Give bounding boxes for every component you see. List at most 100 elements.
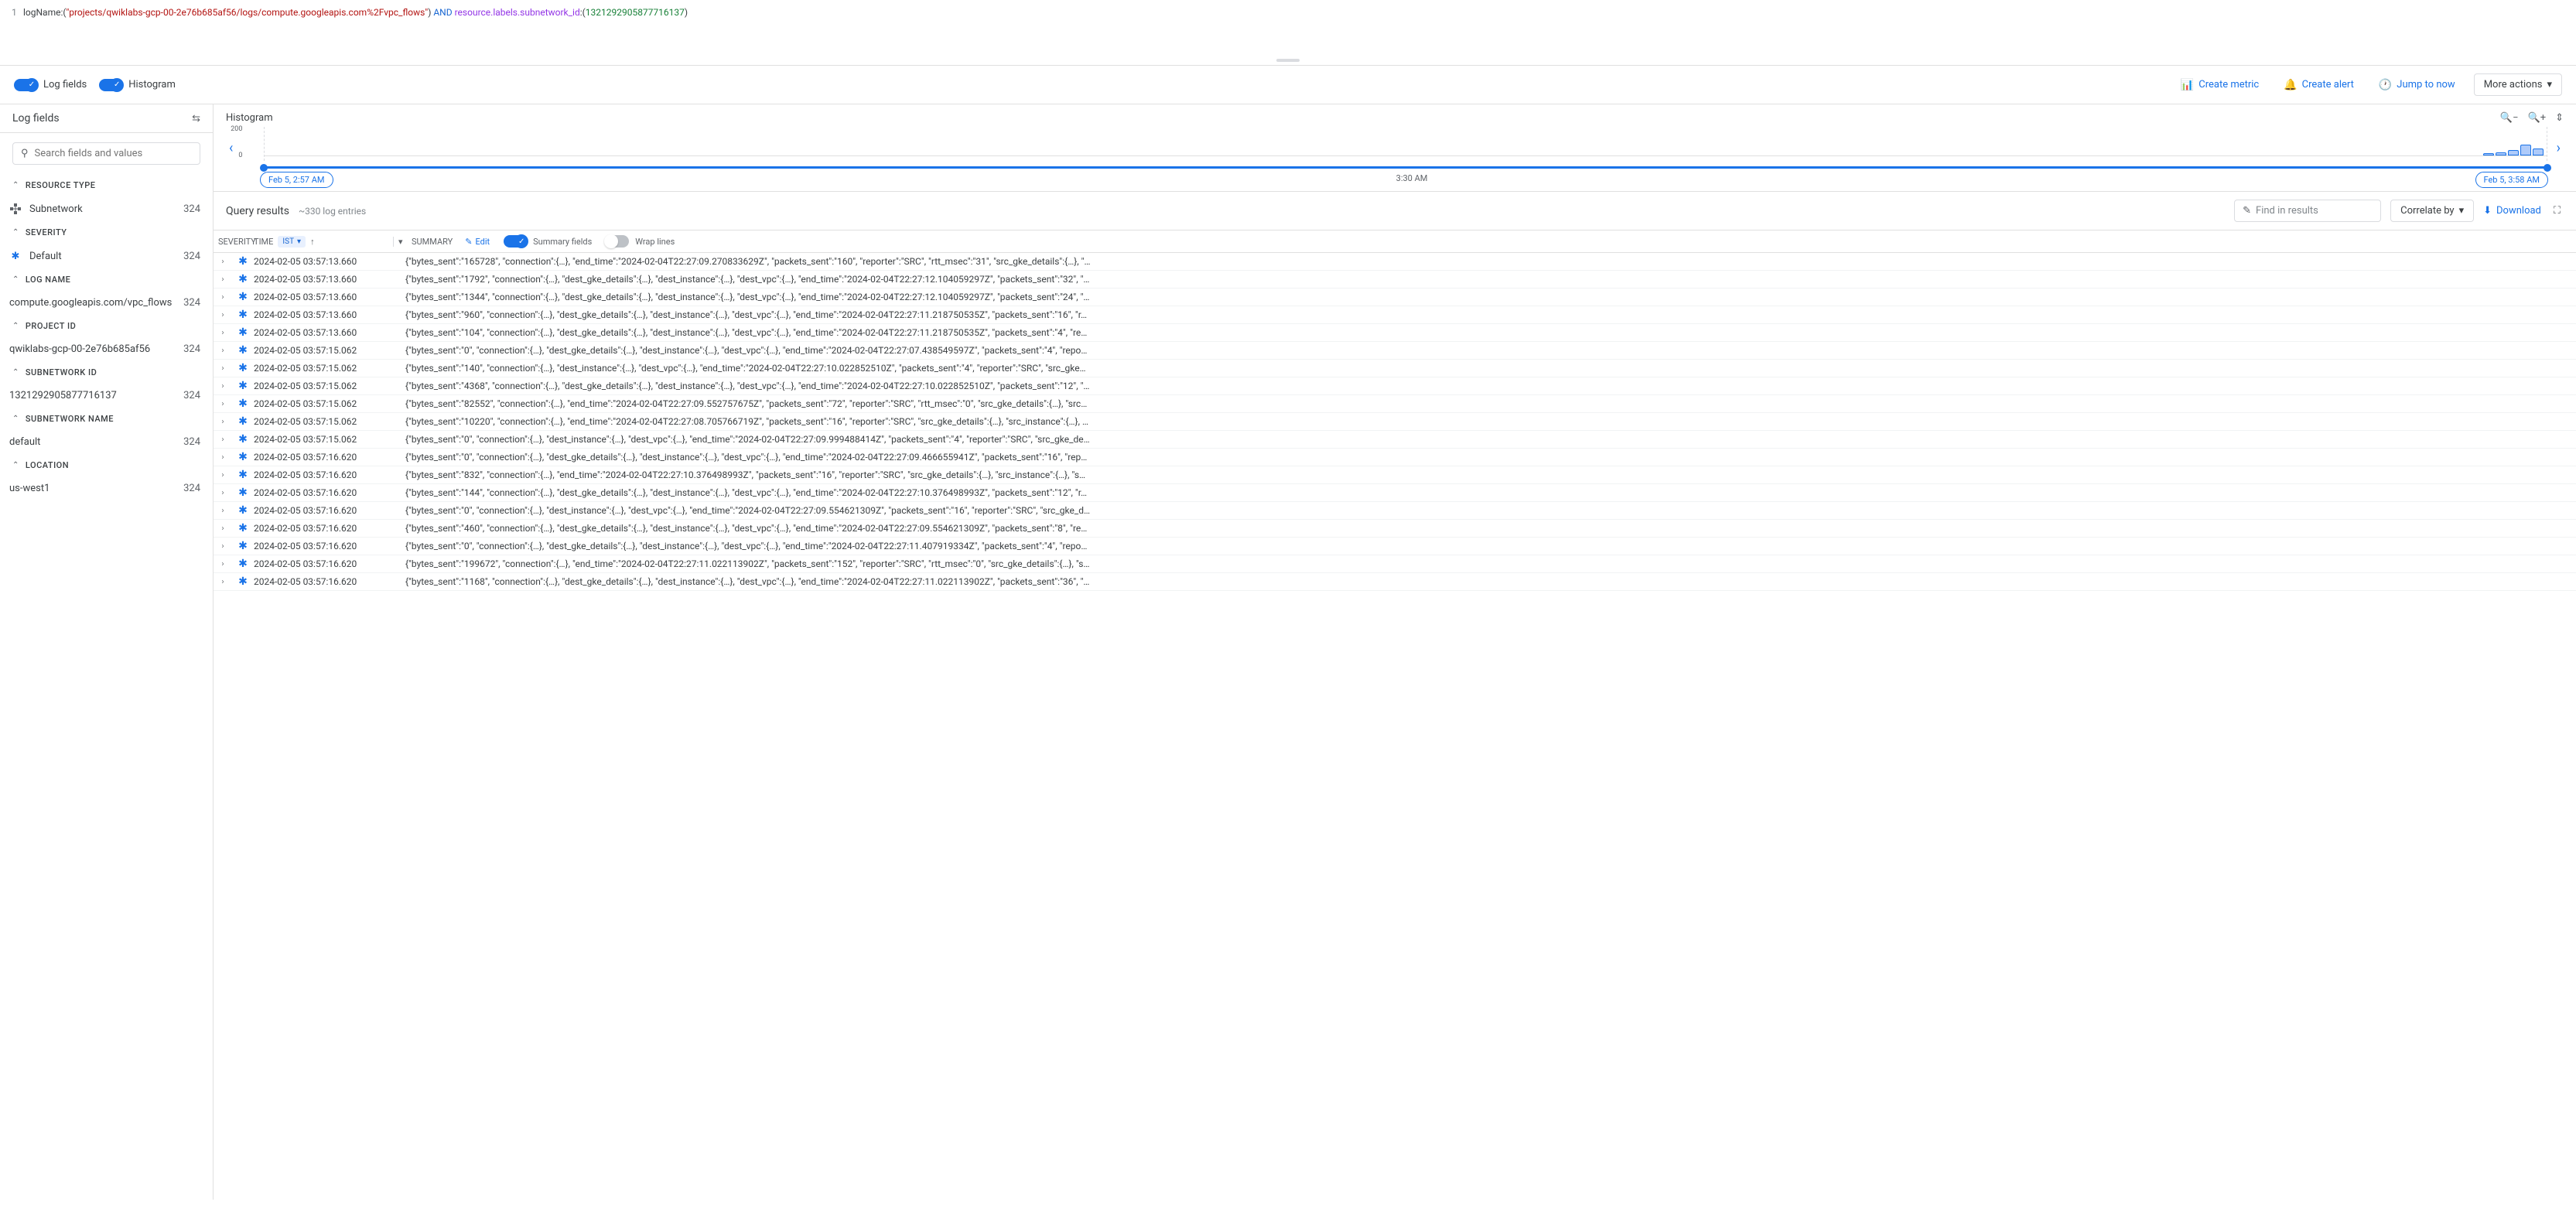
histogram-bar[interactable] bbox=[2508, 150, 2519, 155]
expand-vertical-icon[interactable]: ⇕ bbox=[2555, 112, 2564, 124]
expand-icon[interactable]: ⇆ bbox=[192, 113, 200, 125]
expand-row-icon[interactable]: › bbox=[214, 258, 232, 266]
log-row[interactable]: ›✱2024-02-05 03:57:13.660{"bytes_sent":"… bbox=[214, 306, 2576, 324]
histogram-bar[interactable] bbox=[2520, 145, 2531, 155]
histogram-bar[interactable] bbox=[2533, 149, 2544, 155]
zoom-in-icon[interactable]: 🔍+ bbox=[2528, 112, 2547, 124]
expand-row-icon[interactable]: › bbox=[214, 382, 232, 391]
col-severity[interactable]: SEVERITY bbox=[214, 237, 254, 247]
wrap-lines-toggle[interactable]: Wrap lines bbox=[606, 235, 675, 248]
log-row[interactable]: ›✱2024-02-05 03:57:13.660{"bytes_sent":"… bbox=[214, 324, 2576, 342]
chevron-down-icon: ▾ bbox=[2547, 79, 2552, 90]
log-row[interactable]: ›✱2024-02-05 03:57:16.620{"bytes_sent":"… bbox=[214, 555, 2576, 573]
slider-end-handle[interactable] bbox=[2544, 164, 2551, 172]
time-end-badge[interactable]: Feb 5, 3:58 AM bbox=[2475, 172, 2549, 188]
expand-row-icon[interactable]: › bbox=[214, 293, 232, 302]
download-button[interactable]: ⬇ Download bbox=[2483, 205, 2541, 217]
field-row[interactable]: 1321292905877716137324 bbox=[0, 384, 213, 408]
log-row[interactable]: ›✱2024-02-05 03:57:15.062{"bytes_sent":"… bbox=[214, 413, 2576, 431]
expand-row-icon[interactable]: › bbox=[214, 347, 232, 355]
jump-to-now-button[interactable]: 🕐 Jump to now bbox=[2373, 74, 2462, 96]
expand-row-icon[interactable]: › bbox=[214, 453, 232, 462]
pencil-icon: ✎ bbox=[2243, 205, 2251, 217]
column-dropdown-icon[interactable]: ▾ bbox=[393, 237, 404, 247]
prev-arrow-icon[interactable]: ‹ bbox=[226, 137, 236, 159]
expand-row-icon[interactable]: › bbox=[214, 471, 232, 480]
expand-row-icon[interactable]: › bbox=[214, 560, 232, 569]
histogram-toggle[interactable]: ✓ Histogram bbox=[99, 79, 176, 91]
log-row[interactable]: ›✱2024-02-05 03:57:16.620{"bytes_sent":"… bbox=[214, 538, 2576, 555]
histogram-bar[interactable] bbox=[2496, 152, 2506, 155]
log-row[interactable]: ›✱2024-02-05 03:57:16.620{"bytes_sent":"… bbox=[214, 449, 2576, 466]
group-header[interactable]: ⌃PROJECT ID bbox=[0, 315, 213, 337]
log-row[interactable]: ›✱2024-02-05 03:57:15.062{"bytes_sent":"… bbox=[214, 342, 2576, 360]
col-time[interactable]: TIME IST ▾ ↑ bbox=[254, 236, 370, 248]
summary-fields-toggle[interactable]: ✓ Summary fields bbox=[504, 235, 592, 248]
expand-row-icon[interactable]: › bbox=[214, 435, 232, 444]
log-row[interactable]: ›✱2024-02-05 03:57:13.660{"bytes_sent":"… bbox=[214, 271, 2576, 289]
group-header[interactable]: ⌃SUBNETWORK ID bbox=[0, 361, 213, 384]
log-row[interactable]: ›✱2024-02-05 03:57:13.660{"bytes_sent":"… bbox=[214, 289, 2576, 306]
search-fields-input[interactable]: ⚲ bbox=[12, 142, 200, 165]
expand-row-icon[interactable]: › bbox=[214, 507, 232, 515]
query-text[interactable]: logName:("projects/qwiklabs-gcp-00-2e76b… bbox=[23, 6, 688, 19]
more-actions-button[interactable]: More actions ▾ bbox=[2474, 73, 2562, 96]
expand-row-icon[interactable]: › bbox=[214, 364, 232, 373]
col-summary[interactable]: SUMMARY bbox=[404, 237, 453, 247]
time-start-badge[interactable]: Feb 5, 2:57 AM bbox=[260, 172, 333, 188]
severity-default-icon: ✱ bbox=[238, 362, 248, 374]
log-row[interactable]: ›✱2024-02-05 03:57:16.620{"bytes_sent":"… bbox=[214, 520, 2576, 538]
log-row[interactable]: ›✱2024-02-05 03:57:15.062{"bytes_sent":"… bbox=[214, 431, 2576, 449]
field-row[interactable]: us-west1324 bbox=[0, 476, 213, 500]
log-summary: {"bytes_sent":"960", "connection":{…}, "… bbox=[398, 309, 2576, 320]
log-row[interactable]: ›✱2024-02-05 03:57:15.062{"bytes_sent":"… bbox=[214, 395, 2576, 413]
field-count: 324 bbox=[183, 297, 200, 309]
create-metric-button[interactable]: 📊 Create metric bbox=[2175, 74, 2265, 96]
field-row[interactable]: default324 bbox=[0, 430, 213, 454]
field-row[interactable]: compute.googleapis.com/vpc_flows324 bbox=[0, 291, 213, 315]
next-arrow-icon[interactable]: › bbox=[2554, 137, 2564, 159]
create-alert-button[interactable]: 🔔 Create alert bbox=[2277, 74, 2360, 96]
field-row[interactable]: ✱Default324 bbox=[0, 244, 213, 268]
group-header[interactable]: ⌃LOG NAME bbox=[0, 268, 213, 291]
expand-row-icon[interactable]: › bbox=[214, 400, 232, 408]
expand-row-icon[interactable]: › bbox=[214, 578, 232, 586]
log-row[interactable]: ›✱2024-02-05 03:57:15.062{"bytes_sent":"… bbox=[214, 377, 2576, 395]
log-fields-toggle[interactable]: ✓ Log fields bbox=[14, 79, 87, 91]
histogram-chart[interactable]: 200 0 bbox=[242, 127, 2547, 169]
group-header[interactable]: ⌃SEVERITY bbox=[0, 221, 213, 244]
timezone-selector[interactable]: IST ▾ bbox=[278, 236, 306, 248]
edit-button[interactable]: ✎ Edit bbox=[465, 237, 490, 247]
expand-row-icon[interactable]: › bbox=[214, 524, 232, 533]
timestamp: 2024-02-05 03:57:16.620 bbox=[254, 487, 398, 498]
log-row[interactable]: ›✱2024-02-05 03:57:13.660{"bytes_sent":"… bbox=[214, 253, 2576, 271]
expand-row-icon[interactable]: › bbox=[214, 329, 232, 337]
log-row[interactable]: ›✱2024-02-05 03:57:16.620{"bytes_sent":"… bbox=[214, 484, 2576, 502]
expand-row-icon[interactable]: › bbox=[214, 418, 232, 426]
expand-row-icon[interactable]: › bbox=[214, 542, 232, 551]
field-row[interactable]: qwiklabs-gcp-00-2e76b685af56324 bbox=[0, 337, 213, 361]
expand-row-icon[interactable]: › bbox=[214, 275, 232, 284]
resize-handle[interactable] bbox=[1276, 59, 1300, 62]
log-row[interactable]: ›✱2024-02-05 03:57:16.620{"bytes_sent":"… bbox=[214, 573, 2576, 591]
expand-row-icon[interactable]: › bbox=[214, 311, 232, 319]
log-row[interactable]: ›✱2024-02-05 03:57:15.062{"bytes_sent":"… bbox=[214, 360, 2576, 377]
query-editor[interactable]: 1 logName:("projects/qwiklabs-gcp-00-2e7… bbox=[0, 0, 2576, 66]
group-header[interactable]: ⌃SUBNETWORK NAME bbox=[0, 408, 213, 430]
zoom-out-icon[interactable]: 🔍− bbox=[2500, 112, 2519, 124]
sort-asc-icon[interactable]: ↑ bbox=[310, 237, 315, 247]
group-header[interactable]: ⌃LOCATION bbox=[0, 454, 213, 476]
fullscreen-icon[interactable]: ⛶ bbox=[2550, 202, 2564, 220]
subnet-icon bbox=[9, 203, 22, 215]
find-in-results-input[interactable]: ✎ Find in results bbox=[2234, 200, 2381, 222]
log-row[interactable]: ›✱2024-02-05 03:57:16.620{"bytes_sent":"… bbox=[214, 502, 2576, 520]
field-row[interactable]: Subnetwork324 bbox=[0, 196, 213, 221]
slider-start-handle[interactable] bbox=[260, 164, 268, 172]
histogram-bar[interactable] bbox=[2483, 153, 2494, 155]
expand-row-icon[interactable]: › bbox=[214, 489, 232, 497]
correlate-by-button[interactable]: Correlate by ▾ bbox=[2390, 200, 2474, 222]
timestamp: 2024-02-05 03:57:16.620 bbox=[254, 470, 398, 480]
log-table[interactable]: ›✱2024-02-05 03:57:13.660{"bytes_sent":"… bbox=[214, 253, 2576, 1200]
group-header[interactable]: ⌃RESOURCE TYPE bbox=[0, 174, 213, 196]
log-row[interactable]: ›✱2024-02-05 03:57:16.620{"bytes_sent":"… bbox=[214, 466, 2576, 484]
